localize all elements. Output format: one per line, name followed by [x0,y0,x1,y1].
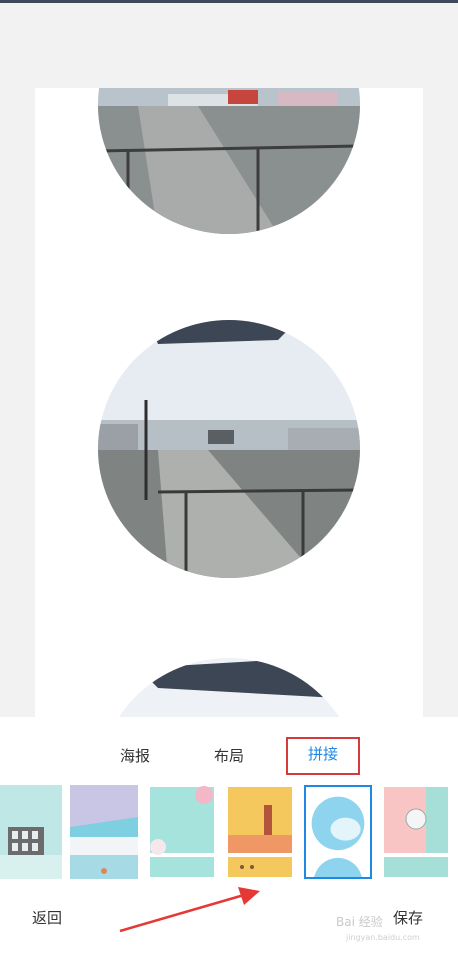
collage-photo-2[interactable] [98,320,360,578]
tab-poster[interactable]: 海报 [114,739,156,773]
watermark-brand: Bai 经验 [336,915,383,929]
tab-layout[interactable]: 布局 [208,739,250,773]
status-strip [0,0,458,3]
mode-tabs: 海报 布局 拼接 [0,737,458,775]
template-strip [0,785,458,881]
collage-photo-3[interactable] [98,658,360,717]
watermark-url: jingyan.baidu.com [346,933,420,942]
editor-panel: 海报 布局 拼接 返回 保存 Bai 经验 jingyan.baidu.com [0,717,458,957]
back-button[interactable]: 返回 [32,907,62,928]
template-thumb-4[interactable] [226,785,294,879]
template-thumb-3[interactable] [148,785,216,879]
collage-photo-1[interactable] [98,88,360,234]
save-button[interactable]: 保存 [393,907,423,928]
template-thumb-5-selected[interactable] [304,785,372,879]
tab-splice[interactable]: 拼接 [286,737,360,775]
template-thumb-2[interactable] [70,785,138,879]
collage-canvas[interactable] [35,88,423,717]
template-thumb-6[interactable] [382,785,450,879]
template-thumb-1[interactable] [0,785,62,879]
